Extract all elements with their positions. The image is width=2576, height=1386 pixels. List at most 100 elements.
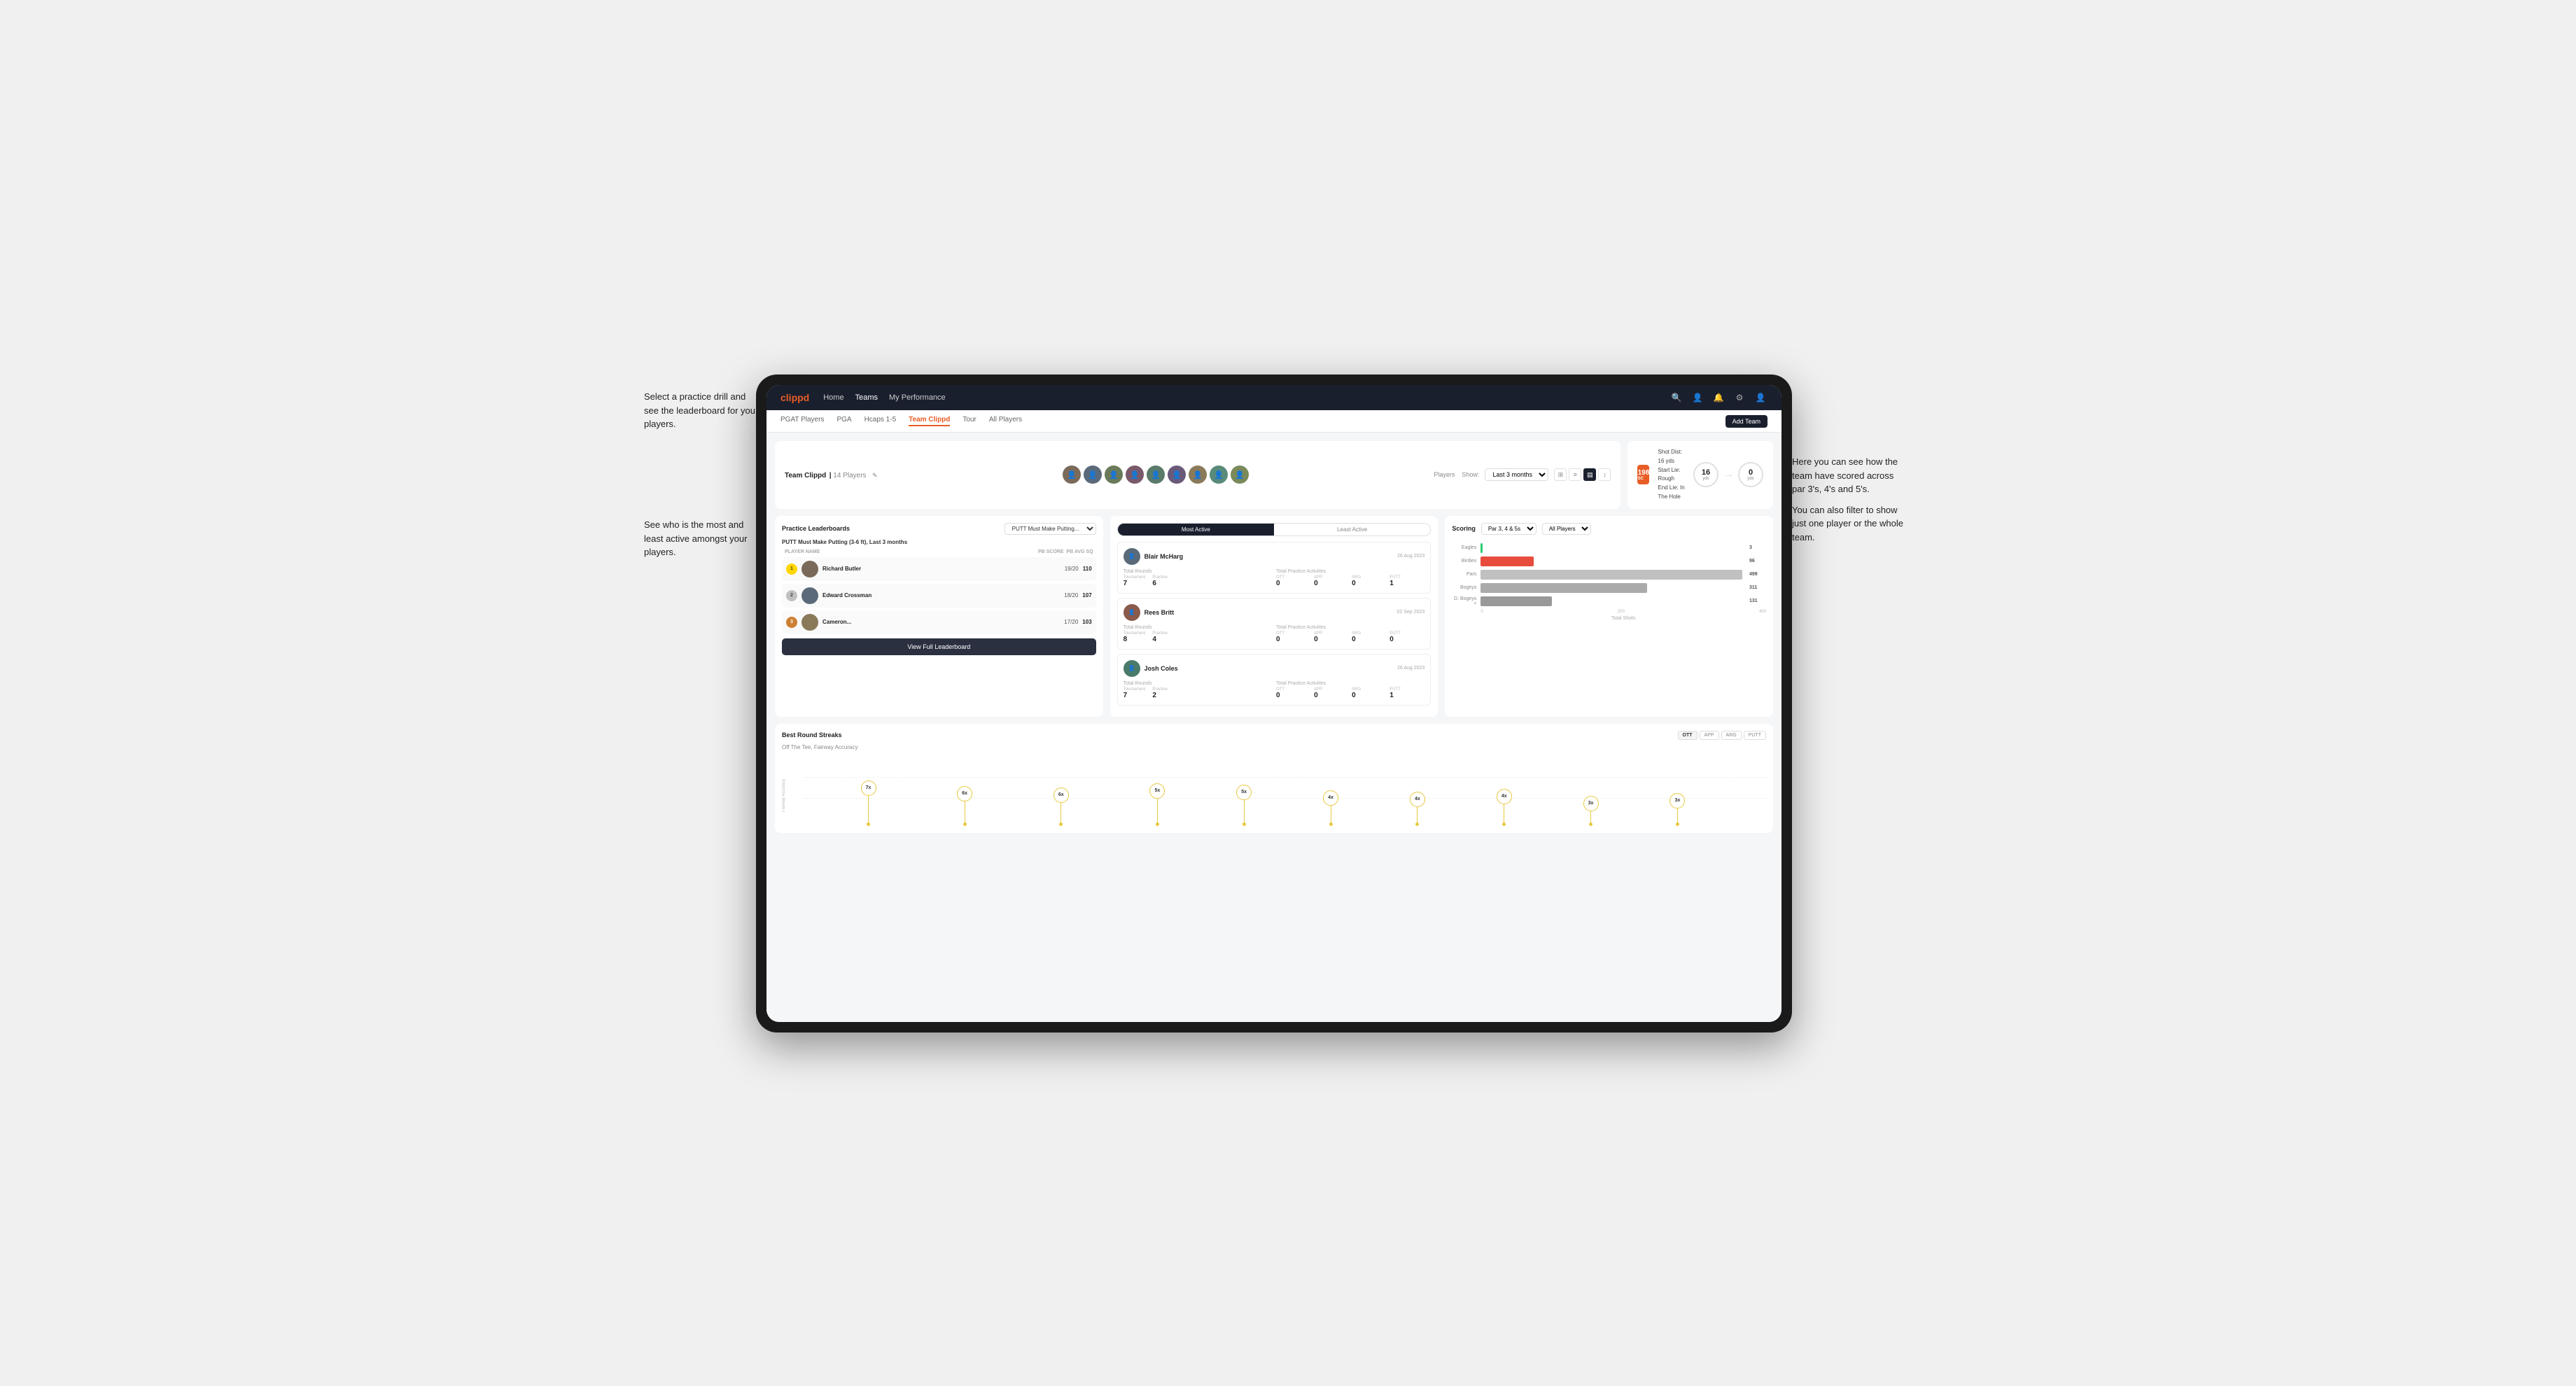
bogeys-bar-wrap [1480,583,1745,593]
bubble-dot-9 [1589,822,1592,826]
add-team-button[interactable]: Add Team [1726,415,1768,428]
view-leaderboard-button[interactable]: View Full Leaderboard [782,638,1096,655]
rounds-row-2: Tournament 8 Practice 4 [1124,631,1272,643]
bubble-pin-10: 3x [1670,793,1685,826]
bubble-stem-7 [1417,807,1418,822]
practice-activities-group-1: Total Practice Activities OTT 0 APP [1276,569,1424,587]
practice-label-2: Practice [1152,631,1168,636]
lb-row-1[interactable]: 1 Richard Butler 19/20 110 [782,557,1096,581]
bubble-circle-9: 3x [1583,796,1599,811]
subnav-hcaps[interactable]: Hcaps 1-5 [864,416,897,426]
avatar-6[interactable]: 👤 [1168,465,1186,484]
streaks-ott-btn[interactable]: OTT [1678,731,1698,740]
view-icon-grid[interactable]: ⊞ [1554,468,1567,481]
streaks-arg-btn[interactable]: ARG [1721,731,1742,740]
scoring-par-filter[interactable]: Par 3, 4 & 5s [1481,523,1536,535]
bubble-circle-10: 3x [1670,793,1685,808]
nav-teams[interactable]: Teams [855,393,878,402]
tablet-screen: clippd Home Teams My Performance 🔍 👤 🔔 ⚙… [766,385,1782,1022]
lb-row-2[interactable]: 2 Edward Crossman 18/20 107 [782,584,1096,608]
app-stat-3: APP 0 [1314,687,1349,699]
bubble-dot-3 [1059,822,1063,826]
search-icon[interactable]: 🔍 [1670,391,1684,405]
avatar-7[interactable]: 👤 [1189,465,1207,484]
avatar-5[interactable]: 👤 [1147,465,1165,484]
scoring-panel: Scoring Par 3, 4 & 5s All Players Ea [1445,516,1773,717]
circle1-val: 16 [1702,468,1710,477]
tablet-frame: clippd Home Teams My Performance 🔍 👤 🔔 ⚙… [756,374,1792,1032]
pac-header-2: 👤 Rees Britt 02 Sep 2023 [1124,604,1425,621]
scoring-title: Scoring [1452,525,1476,532]
edit-icon[interactable]: ✎ [872,472,878,479]
streaks-chart-wrap: Fairway Accuracy 7x [782,756,1766,826]
putt-val-3: 1 [1390,692,1424,699]
annotation-top-right: Here you can see how the team have score… [1792,455,1932,544]
subnav-tour[interactable]: Tour [962,416,976,426]
bubble-circle-5: 5x [1236,785,1252,800]
main-grid: Practice Leaderboards PUTT Must Make Put… [775,516,1773,717]
lb-subtitle-drill: PUTT Must Make Putting (3-6 ft), [782,539,868,545]
practice-stat-2: Practice 4 [1152,631,1168,643]
lb-rank-1: 1 [786,564,797,575]
team-header-row: Team Clippd | 14 Players ✎ 👤 👤 👤 👤 👤 👤 👤 [775,441,1773,509]
bubble-stem-3 [1060,803,1061,822]
lb-rank-3: 3 [786,617,797,628]
lb-title: Practice Leaderboards [782,525,850,532]
settings-icon[interactable]: ⚙ [1732,391,1746,405]
shot-dist-val: 198 [1638,469,1650,477]
show-select[interactable]: Last 3 months [1485,468,1548,481]
scoring-player-filter[interactable]: All Players [1542,523,1591,535]
bubble-stem-5 [1244,800,1245,822]
least-active-tab[interactable]: Least Active [1274,524,1430,536]
lb-score-1: 19/20 [1065,566,1079,572]
avatar-icon[interactable]: 👤 [1754,391,1768,405]
pars-bar [1480,570,1742,580]
streaks-filters: OTT APP ARG PUTT [1678,731,1766,740]
scoring-header: Scoring Par 3, 4 & 5s All Players [1452,523,1766,535]
drill-select[interactable]: PUTT Must Make Putting... [1004,523,1096,535]
app-stat-1: APP 0 [1314,575,1349,587]
most-active-tab[interactable]: Most Active [1118,524,1274,536]
pac-avatar-3: 👤 [1124,660,1140,677]
subnav-pgat[interactable]: PGAT Players [780,416,824,426]
lb-subtitle: PUTT Must Make Putting (3-6 ft), Last 3 … [782,539,1096,545]
eagles-bar-wrap [1480,543,1745,553]
total-rounds-label-3: Total Rounds [1124,681,1272,686]
subnav-teamclippd[interactable]: Team Clippd [909,416,950,426]
view-icon-list[interactable]: ≡ [1569,468,1581,481]
lb-row-3[interactable]: 3 Cameron... 17/20 103 [782,610,1096,634]
avatar-4[interactable]: 👤 [1126,465,1144,484]
nav-home[interactable]: Home [823,393,844,402]
avatar-8[interactable]: 👤 [1210,465,1228,484]
pac-avatar-2: 👤 [1124,604,1140,621]
avatar-9[interactable]: 👤 [1231,465,1249,484]
streaks-chart: 7x 6x 6x [803,756,1766,826]
nav-myperformance[interactable]: My Performance [889,393,946,402]
bogeys-bar [1480,583,1647,593]
ott-val-3: 0 [1276,692,1311,699]
avatar-3[interactable]: 👤 [1105,465,1123,484]
tournament-label-2: Tournament [1124,631,1146,636]
streaks-putt-btn[interactable]: PUTT [1744,731,1766,740]
lb-avatar-3 [802,614,818,631]
pac-date-2: 02 Sep 2023 [1397,610,1425,615]
tournament-label-1: Tournament [1124,575,1146,580]
activities-row-2: OTT 0 APP 0 ARG [1276,631,1424,643]
practice-val-3: 2 [1152,692,1168,699]
avatar-2[interactable]: 👤 [1084,465,1102,484]
bell-icon[interactable]: 🔔 [1712,391,1726,405]
bubble-dot-1 [867,822,870,826]
streaks-app-btn[interactable]: APP [1700,731,1719,740]
bubble-dot-5 [1242,822,1246,826]
bubble-dot-2 [963,822,967,826]
circle2-unit: yds [1747,477,1754,481]
subnav-allplayers[interactable]: All Players [989,416,1022,426]
app-val-1: 0 [1314,580,1349,587]
view-icon-sort[interactable]: ↕ [1598,468,1611,481]
shot-info-text: Shot Dist: 16 yds Start Lie: Rough End L… [1658,448,1685,502]
view-icon-cards[interactable]: ▤ [1583,468,1596,481]
users-icon[interactable]: 👤 [1690,391,1704,405]
avatar-1[interactable]: 👤 [1063,465,1081,484]
sub-nav: PGAT Players PGA Hcaps 1-5 Team Clippd T… [766,410,1782,433]
subnav-pga[interactable]: PGA [836,416,851,426]
